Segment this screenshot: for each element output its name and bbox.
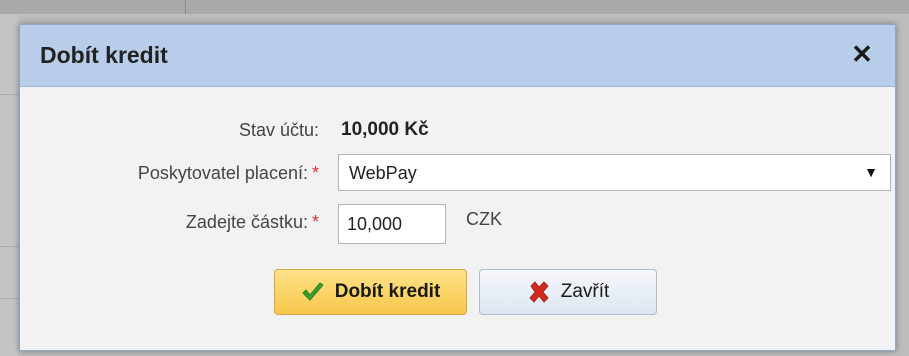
provider-label: Poskytovatel placení: * [138, 163, 319, 184]
top-up-button[interactable]: Dobít kredit [274, 269, 467, 315]
amount-label: Zadejte částku: * [186, 212, 319, 233]
chevron-down-icon: ▼ [864, 164, 878, 180]
top-up-button-label: Dobít kredit [334, 281, 441, 302]
provider-select[interactable]: WebPay ▼ [338, 154, 891, 191]
balance-value: 10,000 Kč [341, 119, 429, 140]
backdrop-left-panel [0, 14, 18, 356]
balance-label-text: Stav účtu: [238, 120, 319, 140]
close-icon[interactable]: ✕ [847, 39, 877, 69]
required-marker: * [311, 212, 319, 232]
x-icon [529, 281, 549, 303]
provider-select-value: WebPay [349, 163, 417, 183]
close-button-label: Zavřít [560, 281, 610, 302]
backdrop-left-divider [0, 94, 18, 95]
amount-input[interactable] [338, 204, 446, 244]
required-marker: * [311, 163, 319, 183]
check-icon [302, 282, 324, 301]
balance-label: Stav účtu: [239, 120, 319, 141]
backdrop-left-divider [0, 246, 18, 247]
backdrop-top-bar [0, 0, 909, 14]
amount-label-text: Zadejte částku: [185, 212, 308, 232]
dialog-title: Dobít kredit [40, 42, 168, 68]
dialog-header: Dobít kredit ✕ [20, 25, 895, 87]
backdrop-divider [185, 0, 186, 14]
currency-label: CZK [466, 209, 502, 229]
backdrop-left-divider [0, 298, 18, 299]
top-up-dialog: Dobít kredit ✕ Stav účtu: 10,000 Kč Posk… [19, 24, 896, 351]
provider-label-text: Poskytovatel placení: [137, 163, 308, 183]
close-button[interactable]: Zavřít [479, 269, 657, 315]
